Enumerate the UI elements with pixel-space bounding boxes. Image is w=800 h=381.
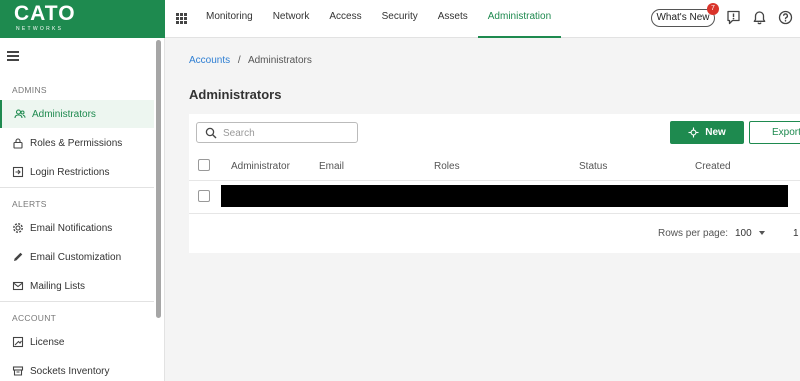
sidebar: ADMINS Administrators Roles & Permission… <box>0 38 165 381</box>
help-icon[interactable] <box>778 10 793 25</box>
sidebar-section-alerts: ALERTS <box>12 199 47 209</box>
sidebar-divider <box>0 301 154 302</box>
sidebar-item-license[interactable]: License <box>0 328 154 356</box>
search-box[interactable] <box>196 122 358 143</box>
mail-icon <box>12 280 24 292</box>
lock-icon <box>12 137 24 149</box>
users-icon <box>14 108 26 120</box>
sidebar-divider <box>0 187 154 188</box>
logo-wordmark: CATO <box>14 2 76 25</box>
nav-administration[interactable]: Administration <box>477 0 562 38</box>
inventory-icon <box>12 365 24 377</box>
top-bar: CATO NETWORKS Monitoring Network Access … <box>0 0 800 38</box>
breadcrumb: Accounts / Administrators <box>189 55 312 66</box>
breadcrumb-accounts-link[interactable]: Accounts <box>189 55 230 66</box>
column-header-email[interactable]: Email <box>319 161 344 172</box>
add-icon <box>688 127 699 138</box>
sidebar-item-sockets-inventory[interactable]: Sockets Inventory <box>0 357 154 381</box>
column-header-administrator[interactable]: Administrator <box>231 161 290 172</box>
table-row[interactable] <box>189 181 800 214</box>
feedback-icon[interactable] <box>726 10 741 25</box>
login-icon <box>12 166 24 178</box>
logo-tagline: NETWORKS <box>16 26 64 32</box>
sidebar-item-label: Administrators <box>32 108 96 120</box>
sidebar-section-account: ACCOUNT <box>12 313 57 323</box>
select-all-checkbox[interactable] <box>198 159 210 171</box>
bell-icon[interactable] <box>752 10 767 25</box>
new-button[interactable]: New <box>670 121 744 144</box>
pagination-range: 1 <box>793 228 799 239</box>
pencil-icon <box>12 251 24 263</box>
column-header-roles[interactable]: Roles <box>434 161 460 172</box>
caret-down-icon <box>758 231 765 236</box>
search-input[interactable] <box>223 126 353 140</box>
column-header-created[interactable]: Created <box>695 161 731 172</box>
nav-security[interactable]: Security <box>372 0 428 38</box>
rows-per-page-select[interactable]: 100 <box>735 228 765 239</box>
sidebar-item-label: Mailing Lists <box>30 280 86 292</box>
main-nav: Monitoring Network Access Security Asset… <box>196 0 562 38</box>
sidebar-item-label: Roles & Permissions <box>30 137 123 149</box>
sidebar-item-label: Sockets Inventory <box>30 365 110 377</box>
search-icon <box>205 127 217 139</box>
sidebar-item-mailing-lists[interactable]: Mailing Lists <box>0 272 154 300</box>
sidebar-item-email-customization[interactable]: Email Customization <box>0 243 154 271</box>
sidebar-item-administrators[interactable]: Administrators <box>0 100 154 128</box>
new-button-label: New <box>705 127 726 138</box>
gear-icon <box>12 222 24 234</box>
nav-access[interactable]: Access <box>319 0 371 38</box>
sidebar-item-label: Email Customization <box>30 251 122 263</box>
apps-grid-icon[interactable] <box>176 13 187 24</box>
row-checkbox[interactable] <box>198 190 210 202</box>
column-header-status[interactable]: Status <box>579 161 607 172</box>
whats-new-badge: 7 <box>707 3 719 15</box>
export-button[interactable]: Export <box>749 121 800 144</box>
rows-per-page-value: 100 <box>735 228 752 239</box>
sidebar-item-login-restrictions[interactable]: Login Restrictions <box>0 158 154 186</box>
table-header: Administrator Email Roles Status Created <box>189 151 800 181</box>
breadcrumb-current: Administrators <box>247 55 312 66</box>
breadcrumb-separator: / <box>237 55 241 66</box>
nav-monitoring[interactable]: Monitoring <box>196 0 263 38</box>
sidebar-scrollbar[interactable] <box>156 40 161 318</box>
whats-new-button[interactable]: What's New <box>651 9 715 27</box>
sidebar-item-label: Email Notifications <box>30 222 113 234</box>
redacted-row-content <box>221 185 788 207</box>
administrators-card: New Export Administrator Email Roles Sta… <box>189 114 800 253</box>
sidebar-item-label: Login Restrictions <box>30 166 110 178</box>
sidebar-item-email-notifications[interactable]: Email Notifications <box>0 214 154 242</box>
sidebar-item-label: License <box>30 336 65 348</box>
rows-per-page-label: Rows per page: <box>658 228 729 239</box>
page-title: Administrators <box>189 87 282 102</box>
cato-logo[interactable]: CATO NETWORKS <box>0 0 165 38</box>
license-icon <box>12 336 24 348</box>
nav-network[interactable]: Network <box>263 0 320 38</box>
menu-icon[interactable] <box>7 51 19 63</box>
nav-assets[interactable]: Assets <box>428 0 478 38</box>
sidebar-section-admins: ADMINS <box>12 85 47 95</box>
sidebar-item-roles-permissions[interactable]: Roles & Permissions <box>0 129 154 157</box>
